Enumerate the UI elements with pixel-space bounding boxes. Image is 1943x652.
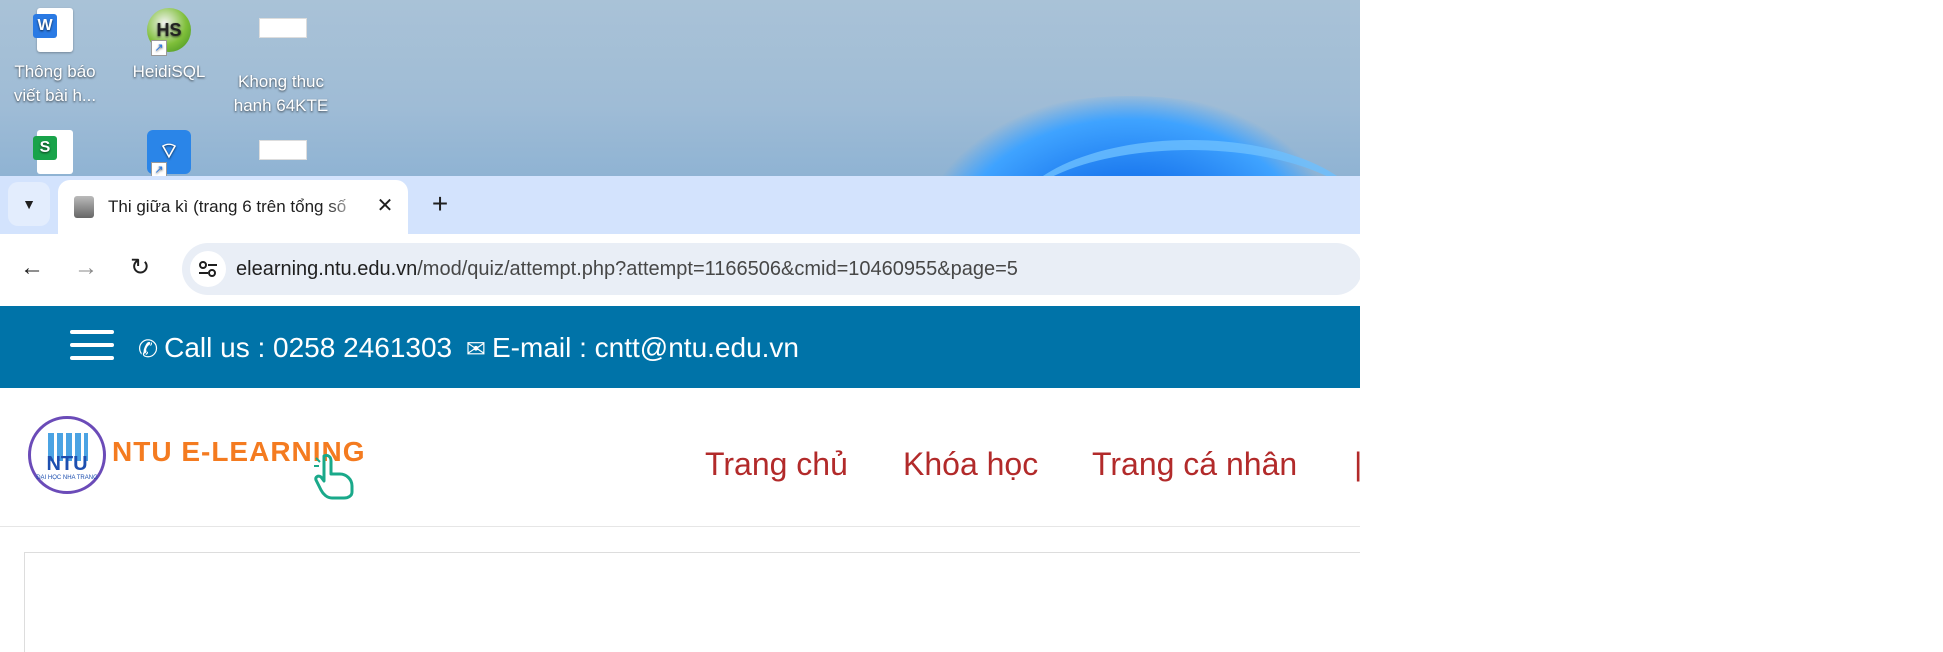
close-icon[interactable]: ✕ [372,193,398,219]
desktop-icon-thong-bao[interactable]: W Thông báo viết bài h... [0,0,110,108]
nav-profile[interactable]: Trang cá nhân [1092,444,1297,484]
logo-seal-subtext: ĐẠI HỌC NHA TRANG [36,475,98,481]
call-us-text: Call us : 0258 2461303 [164,332,453,363]
tab-search-button[interactable]: ▼ [8,182,50,226]
reload-icon[interactable]: ↻ [122,250,158,286]
main-content-area [24,552,1360,652]
pointing-hand-icon [314,453,354,500]
desktop-icon-label: Thông báo viết bài h... [13,62,97,105]
url-text[interactable]: elearning.ntu.edu.vn/mod/quiz/attempt.ph… [236,256,1018,282]
tab-active[interactable]: Thi giữa kì (trang 6 trên tổng số ✕ [58,180,408,234]
forward-icon[interactable]: → [68,250,104,286]
desktop-wallpaper: W Thông báo viết bài h... HS ↗ HeidiSQL K… [0,0,1360,176]
desktop-icon-label: HeidiSQL [132,62,206,81]
back-icon[interactable]: ← [14,250,50,286]
url-path: /mod/quiz/attempt.php?attempt=1166506&cm… [417,258,1018,280]
chevron-down-icon: ▼ [22,196,36,212]
nav-more-item[interactable]: | [1354,444,1360,484]
nav-courses[interactable]: Khóa học [903,444,1038,484]
spreadsheet-icon: S [33,130,77,176]
nav-home[interactable]: Trang chủ [705,444,848,484]
contact-info: ✆ Call us : 0258 2461303 ✉ E-mail : cntt@n… [138,328,799,370]
site-topbar: ✆ Call us : 0258 2461303 ✉ E-mail : cntt@n… [0,306,1360,388]
email-link[interactable]: E-mail : cntt@ntu.edu.vn [492,332,799,363]
shortcut-arrow-icon: ↗ [151,162,167,176]
blank-file-icon [259,140,307,176]
hamburger-menu-icon[interactable] [70,330,114,364]
heidisql-icon: HS ↗ [147,8,191,56]
desktop-icon-wifi-app[interactable]: ⌔ ↗ [114,122,224,176]
screenshot: W Thông báo viết bài h... HS ↗ HeidiSQL K… [0,0,1360,652]
site-header: NTU ĐẠI HỌC NHA TRANG NTU E-LEARNING Tra… [0,388,1360,527]
desktop-icon-label: Khong thuc hanh 64KTE [233,72,329,115]
new-tab-button[interactable]: + [424,186,456,222]
tab-title: Thi giữa kì (trang 6 trên tổng số [108,197,347,216]
tune-icon [199,261,217,277]
word-doc-icon: W [33,8,77,56]
shortcut-arrow-icon: ↗ [151,40,167,56]
site-info-button[interactable] [190,251,226,287]
blank-file-icon [259,18,307,66]
url-host: elearning.ntu.edu.vn [236,258,418,280]
desktop-icon-file[interactable] [226,122,336,176]
desktop-icon-khong-thuc-hanh[interactable]: Khong thuc hanh 64KTE [226,0,336,118]
logo-seal-text: NTU [46,453,88,475]
desktop-icon-heidisql[interactable]: HS ↗ HeidiSQL [114,0,224,84]
wifi-app-icon: ⌔ ↗ [147,130,191,176]
favicon-icon [74,196,94,218]
ntu-logo-seal[interactable]: NTU ĐẠI HỌC NHA TRANG [28,416,106,494]
phone-icon: ✆ [138,336,159,363]
envelope-icon: ✉ [465,336,486,363]
desktop-icon-spreadsheet[interactable]: S [0,122,110,176]
